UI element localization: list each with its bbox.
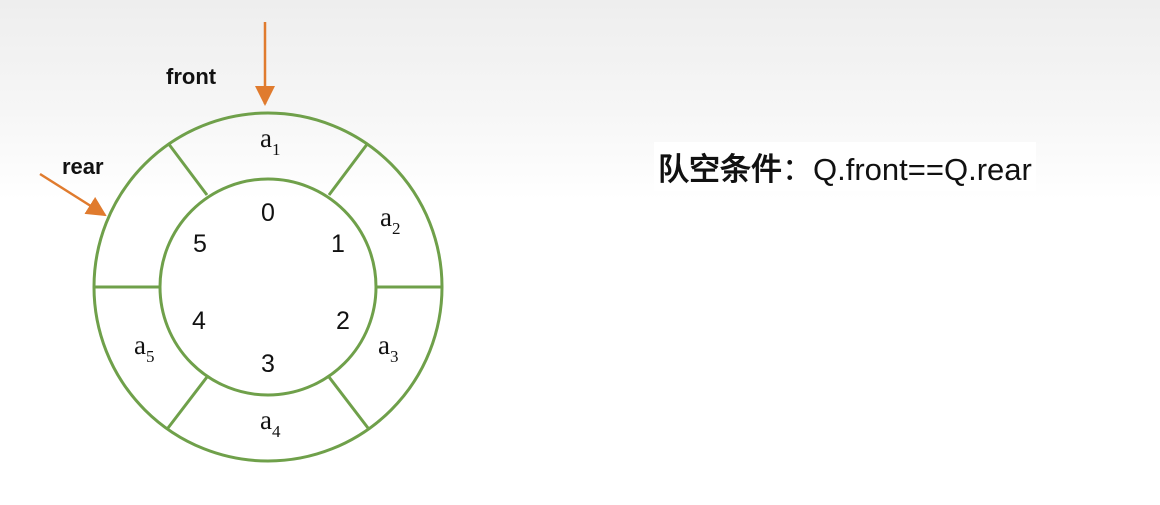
slot-divider <box>327 142 370 196</box>
front-label: front <box>166 64 217 89</box>
condition-separator: ： <box>782 152 813 187</box>
index-4: 4 <box>192 307 206 335</box>
element-a5: a5 <box>134 330 154 366</box>
index-5: 5 <box>193 230 207 258</box>
element-a3: a3 <box>378 330 398 366</box>
slot-divider <box>327 376 370 429</box>
condition-expression: Q.front==Q.rear <box>813 152 1032 187</box>
element-a4: a4 <box>260 405 281 441</box>
index-1: 1 <box>331 230 345 258</box>
element-a2: a2 <box>380 202 400 238</box>
index-3: 3 <box>261 350 275 378</box>
rear-label: rear <box>62 154 104 179</box>
slot-divider <box>166 142 209 196</box>
slot-divider <box>166 376 209 429</box>
condition-label: 队空条件 <box>658 152 782 187</box>
rear-arrow <box>39 172 107 217</box>
empty-condition: 队空条件：Q.front==Q.rear <box>654 142 1036 191</box>
element-a1: a1 <box>260 123 280 159</box>
index-2: 2 <box>336 307 350 335</box>
circular-queue-diagram: front rear 0 1 2 3 4 5 a1 a2 a3 a4 a5 <box>39 22 444 463</box>
index-0: 0 <box>261 199 275 227</box>
